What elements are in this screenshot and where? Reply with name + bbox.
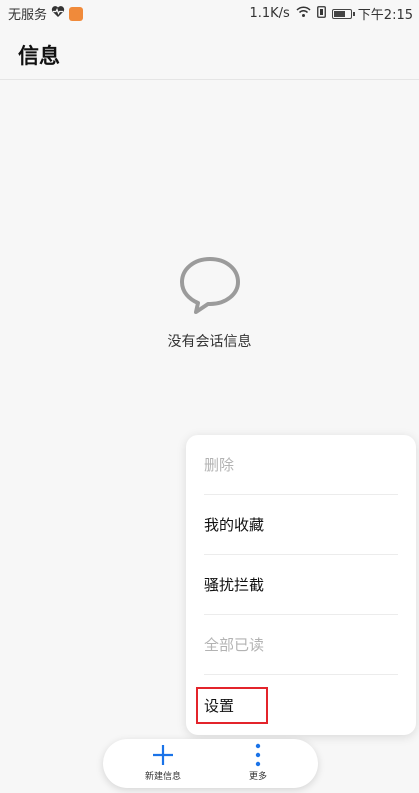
carrier-label: 无服务 xyxy=(8,8,48,23)
empty-state: 没有会话信息 xyxy=(0,255,419,351)
network-speed: 1.1K/s xyxy=(249,6,290,21)
menu-item-favorites[interactable]: 我的收藏 xyxy=(204,495,398,555)
status-right: 1.1K/s 下午2:15 xyxy=(249,4,413,23)
more-label: 更多 xyxy=(248,772,267,782)
status-bar: 无服务 1.1K/s 下午2:15 xyxy=(0,0,419,24)
plus-icon xyxy=(123,743,203,767)
new-message-label: 新建信息 xyxy=(144,772,181,782)
chat-bubble-icon xyxy=(0,255,419,315)
more-button[interactable]: 更多 xyxy=(218,743,298,787)
new-message-button[interactable]: 新建信息 xyxy=(123,743,203,787)
menu-item-mark-all-read[interactable]: 全部已读 xyxy=(204,615,398,675)
empty-state-text: 没有会话信息 xyxy=(167,334,252,350)
clock: 下午2:15 xyxy=(357,8,413,23)
app-badge-icon xyxy=(69,6,84,21)
bottom-action-bar: 新建信息 更多 xyxy=(103,739,318,788)
page-title: 信息 xyxy=(18,44,60,68)
menu-item-spam-block[interactable]: 骚扰拦截 xyxy=(204,555,398,615)
settings-highlight-box xyxy=(196,687,268,724)
heart-pulse-icon xyxy=(51,5,65,22)
app-header: 信息 xyxy=(0,24,419,80)
battery-icon xyxy=(331,8,355,19)
more-vertical-icon xyxy=(218,743,298,767)
data-icon xyxy=(316,5,326,22)
wifi-icon xyxy=(296,5,311,22)
menu-item-delete[interactable]: 删除 xyxy=(204,435,398,495)
status-left: 无服务 xyxy=(8,4,84,23)
